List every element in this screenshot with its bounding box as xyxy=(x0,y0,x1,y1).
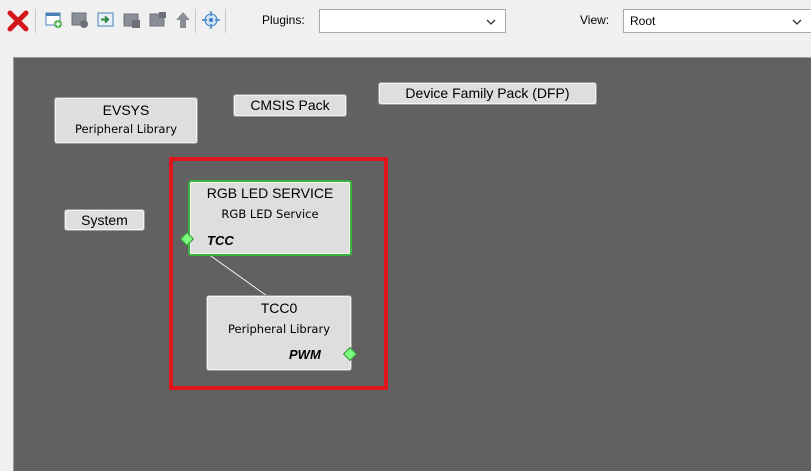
tcc0-subtitle: Peripheral Library xyxy=(227,322,331,336)
pwm-port-label: PWM xyxy=(289,347,321,362)
toolbar-separator xyxy=(225,9,226,33)
new-component-icon[interactable] xyxy=(44,10,64,30)
rgb-led-service-node[interactable]: RGB LED SERVICE RGB LED Service TCC xyxy=(188,180,352,256)
plugins-dropdown[interactable] xyxy=(319,9,506,33)
view-value: Root xyxy=(630,14,656,28)
export-icon[interactable] xyxy=(122,10,142,30)
tcc0-node[interactable]: TCC0 Peripheral Library PWM xyxy=(206,295,352,371)
plugins-label: Plugins: xyxy=(262,13,305,27)
view-dropdown[interactable]: Root xyxy=(623,9,811,33)
import-icon[interactable] xyxy=(96,10,116,30)
toolbar: Plugins: View: Root xyxy=(0,0,811,44)
chevron-down-icon xyxy=(792,19,802,25)
rgb-led-service-title: RGB LED SERVICE xyxy=(206,185,334,201)
view-label: View: xyxy=(580,13,610,27)
toolbar-separator xyxy=(35,9,36,33)
project-graph-canvas[interactable]: EVSYS Peripheral Library CMSIS Pack Devi… xyxy=(13,57,811,471)
rgb-led-service-subtitle: RGB LED Service xyxy=(221,207,319,221)
tcc0-title: TCC0 xyxy=(260,300,298,316)
chevron-down-icon xyxy=(486,19,496,25)
center-view-icon[interactable] xyxy=(201,10,221,30)
connection-line xyxy=(186,238,351,356)
group-icon[interactable] xyxy=(70,10,90,30)
move-up-icon[interactable] xyxy=(173,10,193,30)
close-red-x-icon[interactable] xyxy=(6,9,30,33)
delete-icon[interactable] xyxy=(148,10,168,30)
mcc-project-graph-window: Plugins: View: Root EVSYS Peripheral Lib… xyxy=(0,0,811,471)
toolbar-separator xyxy=(195,9,196,33)
tcc-port-label: TCC xyxy=(207,233,234,248)
